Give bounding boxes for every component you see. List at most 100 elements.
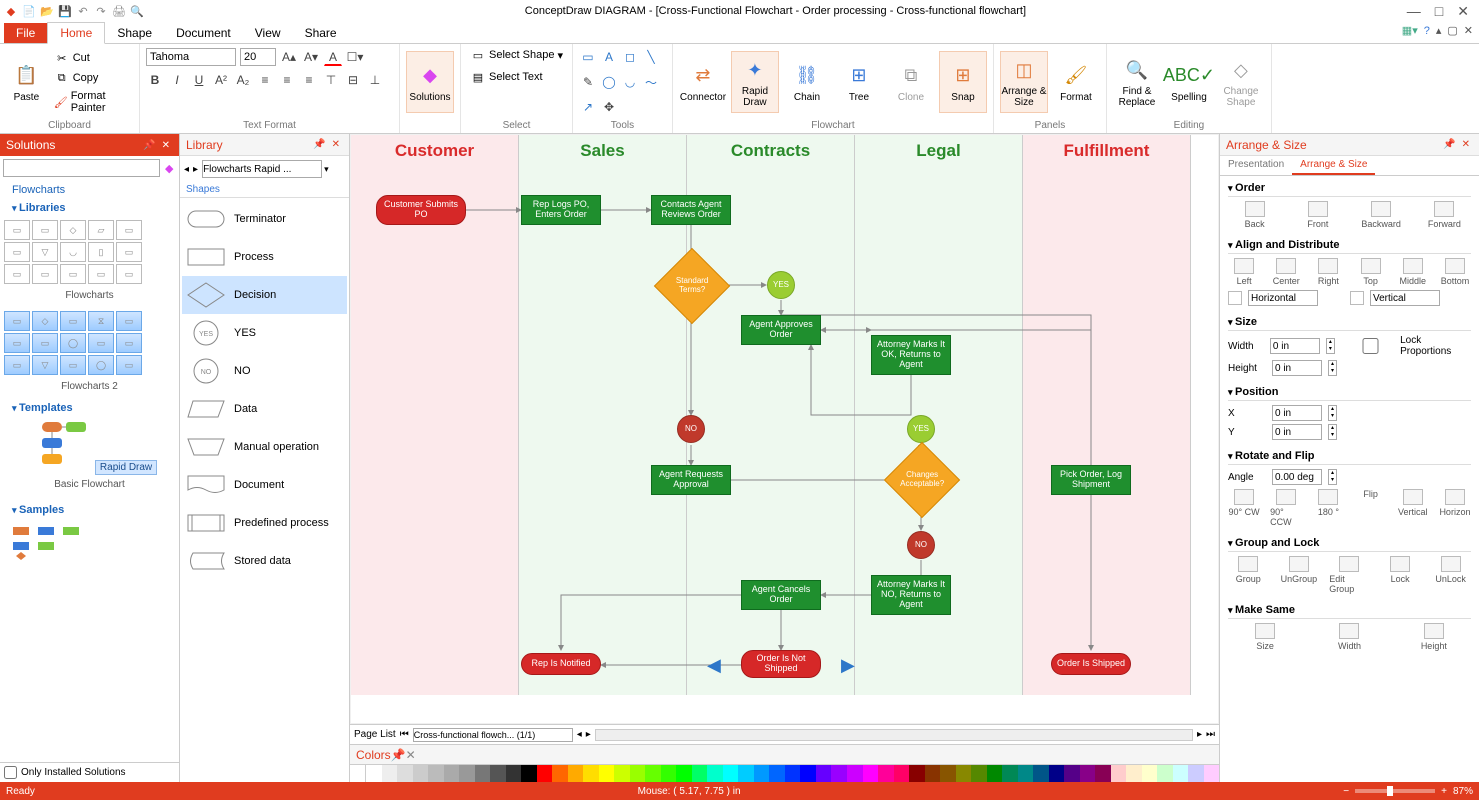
node-agent-requests[interactable]: Agent Requests Approval: [651, 465, 731, 495]
grow-font-icon[interactable]: A▴: [280, 48, 298, 66]
lib-thumb[interactable]: ▱: [88, 220, 114, 240]
format-painter-button[interactable]: 🖌Format Painter: [51, 89, 133, 115]
size-width[interactable]: [1270, 338, 1320, 354]
save-icon[interactable]: 💾: [58, 4, 72, 18]
shape-no[interactable]: NONO: [182, 352, 347, 390]
nav-next-icon[interactable]: ▶: [841, 655, 855, 676]
lib-thumb[interactable]: ▭: [116, 220, 142, 240]
shrink-font-icon[interactable]: A▾: [302, 48, 320, 66]
lib-thumb[interactable]: ▭: [88, 333, 114, 353]
pos-y[interactable]: [1272, 424, 1322, 440]
close-panel-icon[interactable]: ✕: [1459, 139, 1473, 150]
tab-home[interactable]: Home: [47, 22, 105, 44]
lib-thumb[interactable]: ▭: [4, 220, 30, 240]
new-icon[interactable]: 📄: [22, 4, 36, 18]
node-contacts-agent[interactable]: Contacts Agent Reviews Order: [651, 195, 731, 225]
same-height[interactable]: Height: [1397, 623, 1471, 651]
open-icon[interactable]: 📂: [40, 4, 54, 18]
close-icon[interactable]: ✕: [1457, 3, 1469, 20]
lib-thumb[interactable]: ▭: [116, 311, 142, 331]
lib-thumb[interactable]: ⧖: [88, 311, 114, 331]
node-rep-notified[interactable]: Rep Is Notified: [521, 653, 601, 675]
node-shipped[interactable]: Order Is Shipped: [1051, 653, 1131, 675]
library-select[interactable]: [202, 160, 322, 178]
lib-thumb[interactable]: ▭: [4, 264, 30, 284]
clone-button[interactable]: ⧉Clone: [887, 51, 935, 113]
close-panel-icon[interactable]: ✕: [329, 139, 343, 150]
tool-rect-icon[interactable]: ▭: [579, 48, 597, 66]
unlock-btn[interactable]: UnLock: [1430, 556, 1471, 594]
size-height[interactable]: [1272, 360, 1322, 376]
lib-thumb[interactable]: ◯: [88, 355, 114, 375]
order-back[interactable]: Back: [1228, 201, 1281, 229]
tool-arrow-icon[interactable]: ↗: [579, 98, 597, 116]
tool-line-icon[interactable]: ╲: [642, 48, 660, 66]
shape-decision[interactable]: Decision: [182, 276, 347, 314]
minimize-icon[interactable]: —: [1407, 3, 1421, 20]
same-width[interactable]: Width: [1312, 623, 1386, 651]
align-center[interactable]: Center: [1270, 258, 1302, 286]
lib-thumb[interactable]: ◡: [60, 242, 86, 262]
connector-button[interactable]: ⇄Connector: [679, 51, 727, 113]
edit-group-btn[interactable]: Edit Group: [1329, 556, 1370, 594]
order-forward[interactable]: Forward: [1418, 201, 1471, 229]
lock-proportions[interactable]: [1347, 338, 1394, 354]
node-yes2[interactable]: YES: [907, 415, 935, 443]
print-icon[interactable]: 🖨: [112, 4, 126, 18]
ungroup-btn[interactable]: UnGroup: [1279, 556, 1320, 594]
lib-next-icon[interactable]: ▸: [191, 164, 200, 175]
collapse-ribbon-icon[interactable]: ▴: [1436, 24, 1442, 37]
select-text-button[interactable]: ▤Select Text: [467, 68, 546, 86]
tool-text-icon[interactable]: A: [600, 48, 618, 66]
template-thumb[interactable]: [22, 420, 92, 470]
align-top-icon[interactable]: ⊤: [322, 71, 340, 89]
order-backward[interactable]: Backward: [1355, 201, 1408, 229]
lib-thumb[interactable]: ▭: [4, 355, 30, 375]
node-attorney-no[interactable]: Attorney Marks It NO, Returns to Agent: [871, 575, 951, 615]
node-no2[interactable]: NO: [907, 531, 935, 559]
same-size[interactable]: Size: [1228, 623, 1302, 651]
rotate-cw[interactable]: 90° CW: [1228, 489, 1260, 527]
lib-thumb[interactable]: ▭: [32, 264, 58, 284]
align-center-icon[interactable]: ≡: [278, 71, 296, 89]
palette-picker-icon[interactable]: [350, 765, 366, 782]
win-close-icon[interactable]: ✕: [1464, 24, 1473, 37]
lib-prev-icon[interactable]: ◂: [182, 164, 191, 175]
tree-button[interactable]: ⊞Tree: [835, 51, 883, 113]
canvas[interactable]: Customer Sales Contracts Legal Fulfillme…: [351, 135, 1218, 723]
lock-btn[interactable]: Lock: [1380, 556, 1421, 594]
win-restore-icon[interactable]: ▢: [1447, 24, 1457, 37]
underline-icon[interactable]: U: [190, 71, 208, 89]
group-btn[interactable]: Group: [1228, 556, 1269, 594]
solutions-button[interactable]: ◆ Solutions: [406, 51, 454, 113]
pin-icon[interactable]: 📌: [140, 140, 158, 151]
align-top[interactable]: Top: [1355, 258, 1387, 286]
shape-document[interactable]: Document: [182, 466, 347, 504]
font-size-select[interactable]: [240, 48, 276, 66]
tab-arrange-size[interactable]: Arrange & Size: [1292, 156, 1375, 175]
arrange-size-button[interactable]: ◫Arrange & Size: [1000, 51, 1048, 113]
lib-thumb[interactable]: ▭: [88, 264, 114, 284]
nav-prev-icon[interactable]: ◀: [707, 655, 721, 676]
zoom-out-icon[interactable]: −: [1343, 786, 1349, 797]
lib-thumb[interactable]: ▭: [116, 355, 142, 375]
page-end-icon[interactable]: ⏭: [1206, 729, 1215, 740]
dist-vertical[interactable]: [1370, 290, 1440, 306]
options-icon[interactable]: ▦▾: [1402, 24, 1418, 37]
shape-manual[interactable]: Manual operation: [182, 428, 347, 466]
tab-document[interactable]: Document: [164, 23, 243, 43]
tool-ellipse-icon[interactable]: ◯: [600, 73, 618, 91]
tool-pointer-icon[interactable]: ✥: [600, 98, 618, 116]
rotate-angle[interactable]: [1272, 469, 1322, 485]
tab-file[interactable]: File: [4, 23, 47, 43]
align-right[interactable]: Right: [1312, 258, 1344, 286]
snap-button[interactable]: ⊞Snap: [939, 51, 987, 113]
tool-callout-icon[interactable]: ◻: [621, 48, 639, 66]
format-button[interactable]: 🖌Format: [1052, 51, 1100, 113]
lib-thumb[interactable]: ▭: [60, 311, 86, 331]
section-templates[interactable]: Templates: [4, 398, 175, 416]
lib-thumb[interactable]: ▭: [32, 333, 58, 353]
paste-button[interactable]: 📋 Paste: [6, 51, 47, 113]
tool-curve-icon[interactable]: ～: [642, 73, 660, 91]
lib-thumb[interactable]: ◯: [60, 333, 86, 353]
